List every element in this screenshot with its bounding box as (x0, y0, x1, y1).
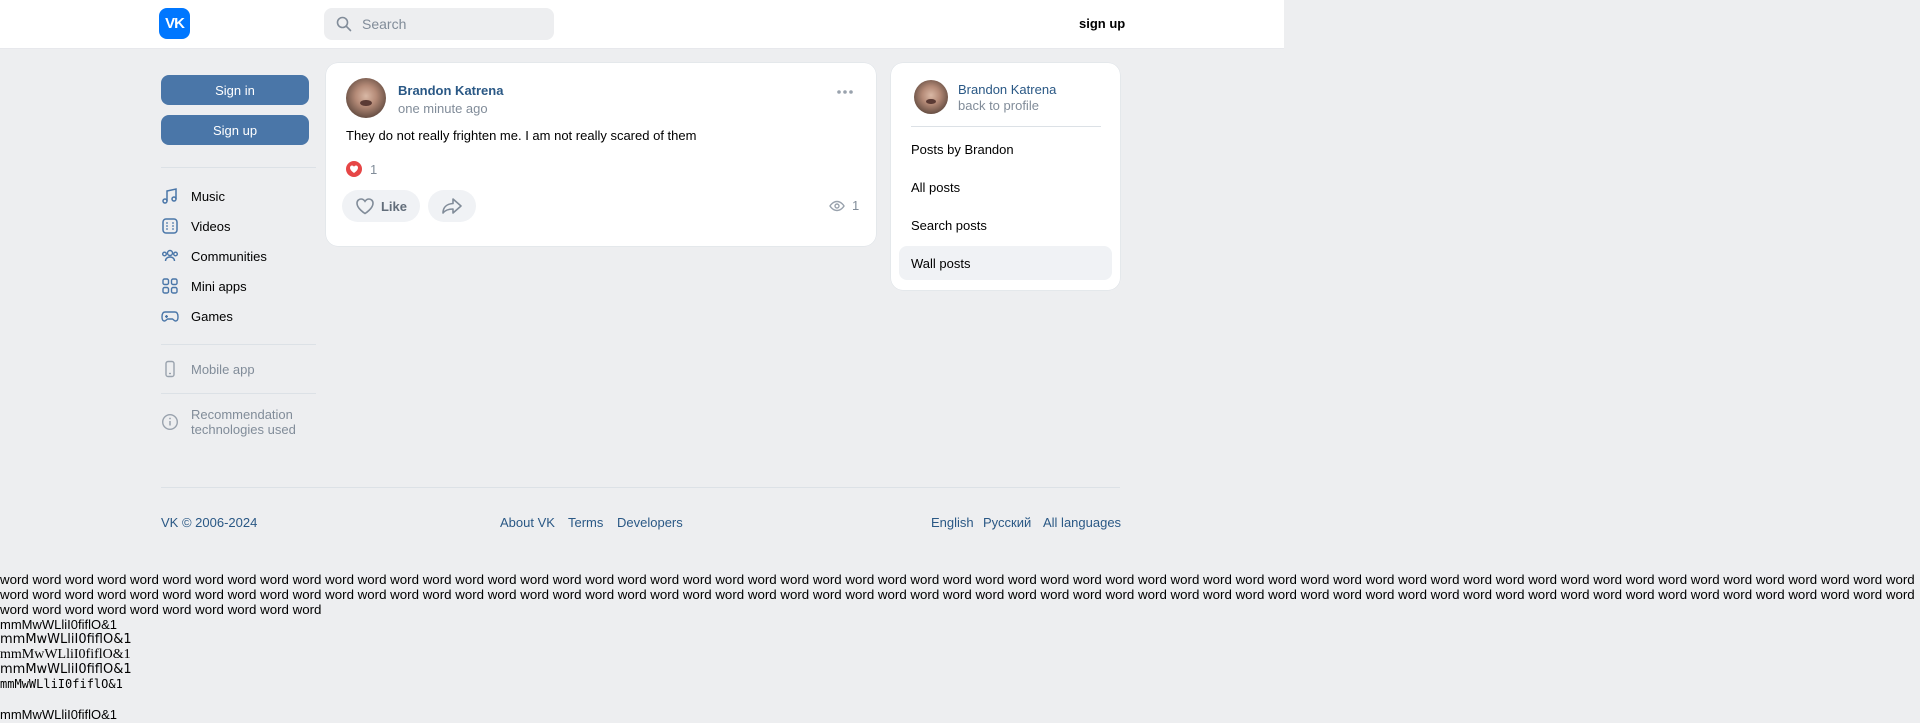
font-test-line: mmMwWLliI0fiflO&1 (0, 647, 131, 662)
more-options-icon[interactable] (835, 85, 855, 99)
font-test-line: mmMwWLliI0fiflO&1 (0, 662, 132, 677)
footer-copyright-text: VK © 2006-2024 (161, 515, 258, 530)
sidebar-item-mini-apps[interactable]: Mini apps (161, 274, 247, 298)
right-panel: Brandon Katrena back to profile Posts by… (891, 63, 1120, 290)
gamepad-icon (161, 307, 179, 325)
sidebar-item-mobile-app[interactable]: Mobile app (161, 357, 255, 381)
post-time[interactable]: one minute ago (398, 101, 488, 116)
share-icon (442, 198, 462, 214)
sidebar-item-label: Music (191, 188, 225, 204)
video-icon (161, 217, 179, 235)
sidebar-divider (161, 167, 316, 168)
font-test-line: mmMwWLliI0fiflO&1 (0, 707, 118, 722)
footer-about-link[interactable]: About VK (500, 515, 555, 530)
post-text: They do not really frighten me. I am not… (346, 128, 697, 143)
sidebar-item-communities[interactable]: Communities (161, 244, 267, 268)
info-icon (161, 413, 179, 431)
footer-developers-link[interactable]: Developers (617, 515, 683, 530)
signin-button[interactable]: Sign in (161, 75, 309, 105)
like-label: Like (380, 198, 407, 214)
heart-reaction-icon (346, 161, 362, 177)
signup-button[interactable]: Sign up (161, 115, 309, 145)
footer-all-languages[interactable]: All languages (1043, 515, 1121, 530)
menu-item-posts-by[interactable]: Posts by Brandon (911, 142, 1014, 157)
font-test-line: mmMwWLliI0fiflO&1 (0, 617, 118, 632)
footer-lang-russian[interactable]: Русский (983, 515, 1031, 530)
sidebar-item-music[interactable]: Music (161, 184, 225, 208)
reactions[interactable]: 1 (346, 161, 377, 177)
views: 1 (829, 198, 859, 213)
avatar[interactable] (346, 78, 386, 118)
search-input[interactable] (360, 15, 544, 33)
sidebar-item-games[interactable]: Games (161, 304, 233, 328)
sidebar-item-label: Games (191, 308, 233, 324)
post-card: Brandon Katrena one minute ago They do n… (326, 63, 876, 246)
sidebar-item-label: Communities (191, 248, 267, 264)
heart-icon (356, 198, 374, 215)
sidebar-item-recommendation[interactable]: Recommendation technologies used (161, 405, 301, 439)
sidebar-divider (161, 393, 316, 394)
avatar[interactable] (914, 80, 948, 114)
mini-apps-icon (161, 277, 179, 295)
phone-icon (161, 360, 179, 378)
footer-copyright: VK © 2006-2024 (161, 515, 257, 530)
communities-icon (161, 247, 179, 265)
header-signup-link[interactable]: sign up (1079, 16, 1125, 31)
search-box[interactable] (324, 8, 554, 40)
back-to-profile-link[interactable]: back to profile (958, 98, 1039, 113)
footer-divider (161, 487, 1120, 488)
panel-divider (911, 126, 1101, 127)
eye-icon (829, 200, 845, 211)
sidebar-item-label: Recommendation technologies used (191, 407, 296, 437)
music-icon (161, 187, 179, 205)
vk-logo[interactable]: VK (159, 8, 190, 39)
font-test-line: mmMwWLliI0fiflO&1 (0, 632, 132, 647)
profile-name-link[interactable]: Brandon Katrena (958, 82, 1056, 97)
sidebar-divider (161, 344, 316, 345)
reactions-count: 1 (370, 161, 378, 177)
menu-item-wall-posts[interactable]: Wall posts (899, 246, 1112, 280)
sidebar-item-videos[interactable]: Videos (161, 214, 231, 238)
share-button[interactable] (428, 190, 476, 222)
sidebar-item-label: Mobile app (191, 361, 255, 377)
footer-terms-link[interactable]: Terms (568, 515, 603, 530)
word-text-block: word word word word word word word word … (0, 572, 1915, 617)
sidebar-item-label: Mini apps (191, 278, 247, 294)
sidebar-item-label: Videos (191, 218, 231, 234)
post-author[interactable]: Brandon Katrena (398, 83, 503, 98)
menu-item-search-posts[interactable]: Search posts (911, 218, 987, 233)
footer-lang-english[interactable]: English (931, 515, 974, 530)
font-test-line: mmMwWLliI0fiflO&1 (0, 677, 123, 691)
views-count: 1 (852, 198, 860, 213)
search-icon (336, 16, 352, 32)
menu-item-label: Wall posts (911, 256, 971, 271)
top-header: VK sign up (0, 0, 1284, 49)
menu-item-all-posts[interactable]: All posts (911, 180, 960, 195)
like-button[interactable]: Like (342, 190, 420, 222)
